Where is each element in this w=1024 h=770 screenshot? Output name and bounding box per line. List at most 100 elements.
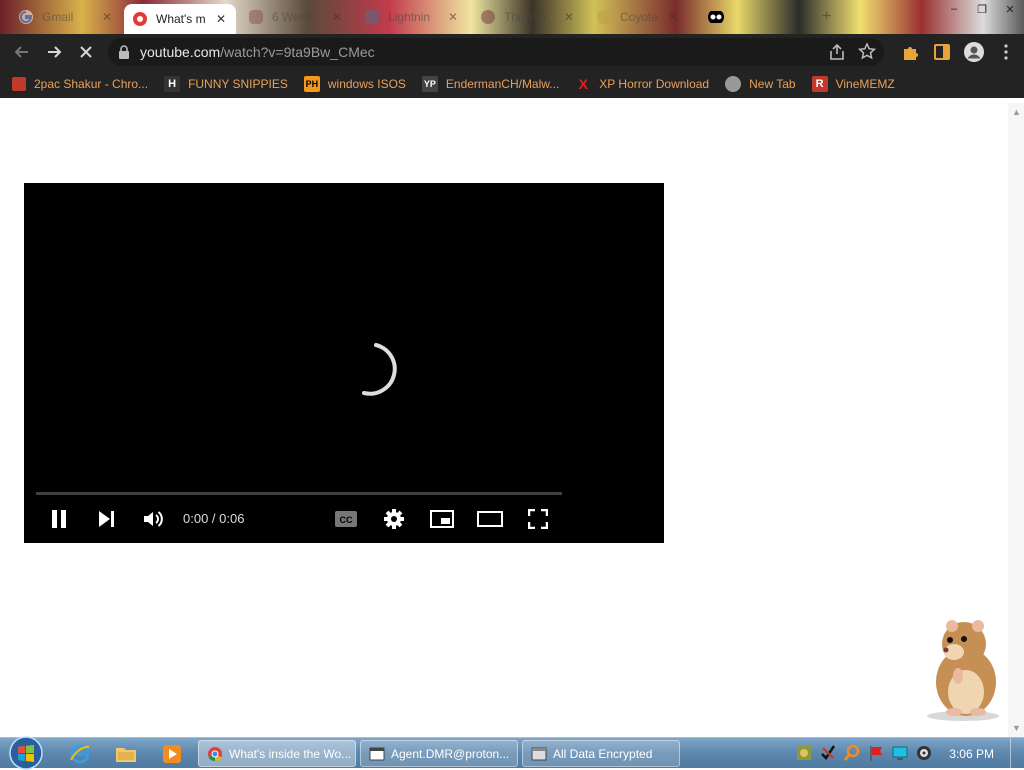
player-controls: 0:00 / 0:06 CC	[24, 503, 664, 535]
tab-title: 6 Weird	[272, 10, 314, 24]
profile-button[interactable]	[962, 38, 986, 66]
lock-icon	[119, 45, 129, 59]
tab-youtube-active[interactable]: What's m ✕	[124, 4, 236, 34]
media-player-quicklaunch[interactable]	[158, 741, 186, 767]
taskbar-chrome-window[interactable]: What's inside the Wo...	[198, 740, 356, 767]
close-icon[interactable]: ✕	[330, 10, 344, 24]
arrow-left-icon	[14, 46, 28, 58]
theater-mode-button[interactable]	[476, 505, 504, 533]
fullscreen-button[interactable]	[524, 505, 552, 533]
start-button[interactable]	[8, 736, 44, 770]
bookmark-endermanch[interactable]: YP EndermanCH/Malw...	[421, 76, 560, 92]
bookmark-label: XP Horror Download	[599, 77, 710, 91]
bookmark-label: EndermanCH/Malw...	[445, 77, 560, 91]
tab-coyote[interactable]: Coyote ✕	[588, 3, 688, 31]
tab-media[interactable]	[700, 3, 730, 31]
taskbar-button-label: What's inside the Wo...	[229, 746, 352, 761]
minimize-button[interactable]: –	[940, 0, 968, 18]
next-button[interactable]	[92, 505, 120, 533]
tab-lightning[interactable]: Lightnin ✕	[356, 3, 468, 31]
close-window-button[interactable]: ✕	[996, 0, 1024, 18]
gear-icon	[384, 509, 404, 529]
forward-button[interactable]	[38, 36, 70, 68]
scroll-up-icon[interactable]: ▲	[1012, 107, 1021, 117]
bookmark-windows-isos[interactable]: PH windows ISOS	[303, 76, 406, 92]
bookmark-2pac[interactable]: 2pac Shakur - Chro...	[12, 77, 148, 91]
restore-button[interactable]: ❐	[968, 0, 996, 18]
bookmark-label: New Tab	[749, 77, 796, 91]
tray-check-icon[interactable]	[820, 744, 836, 762]
close-icon[interactable]: ✕	[100, 10, 114, 24]
star-icon[interactable]	[858, 42, 876, 62]
bookmark-new-tab[interactable]: New Tab	[725, 76, 796, 92]
window-icon	[531, 747, 547, 760]
tab-title: What's m	[156, 12, 206, 26]
folder-icon	[116, 748, 136, 762]
close-icon[interactable]: ✕	[214, 12, 228, 26]
chrome-icon	[208, 746, 222, 761]
taskbar-button-label: All Data Encrypted	[553, 746, 653, 761]
mute-button[interactable]	[139, 505, 167, 533]
web-icon	[249, 10, 263, 24]
new-tab-button[interactable]: +	[814, 3, 840, 31]
menu-button[interactable]	[994, 38, 1018, 66]
bookmark-xp-horror[interactable]: X XP Horror Download	[575, 76, 710, 92]
share-icon[interactable]	[828, 42, 846, 62]
extensions-button[interactable]	[898, 38, 922, 66]
video-player[interactable]: 0:00 / 0:06 CC	[24, 183, 664, 543]
taskbar-agent-window[interactable]: Agent.DMR@proton...	[360, 740, 518, 767]
tray-app-icon[interactable]	[796, 744, 812, 762]
tray-disc-icon[interactable]	[916, 744, 932, 762]
back-button[interactable]	[6, 36, 38, 68]
subtitles-button[interactable]: CC	[332, 505, 360, 533]
miniplayer-icon	[430, 510, 454, 528]
show-desktop-button[interactable]	[1010, 738, 1024, 769]
ph-icon: PH	[303, 76, 320, 92]
tray-search-icon[interactable]	[844, 744, 860, 762]
plus-icon: +	[822, 8, 832, 25]
theater-icon	[477, 511, 503, 527]
url-path: /watch?v=9ta9Bw_CMec	[220, 44, 375, 60]
bookmark-funny-snippies[interactable]: H FUNNY SNIPPIES	[164, 76, 288, 92]
web-icon	[481, 10, 495, 24]
bookmark-label: 2pac Shakur - Chro...	[34, 77, 149, 91]
taskbar-clock[interactable]: 3:06 PM	[949, 747, 994, 761]
window-icon	[369, 747, 385, 760]
pause-icon	[52, 510, 66, 528]
hamster-desktop-pet[interactable]	[918, 612, 1008, 722]
tab-title: Coyote	[620, 10, 659, 24]
progress-bar[interactable]	[36, 492, 562, 495]
pause-button[interactable]	[45, 505, 73, 533]
bookmark-vinememz[interactable]: R VineMEMZ	[811, 76, 895, 92]
settings-button[interactable]	[380, 505, 408, 533]
bookmark-label: windows ISOS	[327, 77, 406, 91]
skip-next-icon	[99, 511, 114, 527]
close-icon[interactable]: ✕	[666, 10, 680, 24]
fullscreen-icon	[528, 509, 548, 529]
scroll-down-icon[interactable]: ▼	[1012, 723, 1021, 733]
tab-6-weird[interactable]: 6 Weird ✕	[240, 3, 352, 31]
side-panel-button[interactable]	[930, 38, 954, 66]
scrollbar[interactable]: ▲ ▼	[1008, 103, 1024, 737]
address-bar[interactable]: youtube.com/watch?v=9ta9Bw_CMec	[108, 38, 884, 66]
tray-monitor-icon[interactable]	[892, 744, 908, 762]
google-icon	[19, 10, 33, 24]
close-icon[interactable]: ✕	[446, 10, 460, 24]
tray-flag-icon[interactable]	[868, 744, 884, 762]
tab-title: Lightnin	[388, 10, 431, 24]
tab-gmail[interactable]: Gmail ✕	[10, 3, 122, 31]
x-icon: X	[578, 76, 588, 92]
browser-toolbar: youtube.com/watch?v=9ta9Bw_CMec	[0, 34, 1024, 70]
media-icon	[708, 11, 724, 23]
cc-icon: CC	[335, 511, 357, 527]
close-icon[interactable]: ✕	[562, 10, 576, 24]
miniplayer-button[interactable]	[428, 505, 456, 533]
kebab-menu-icon	[1004, 44, 1008, 60]
taskbar-encrypted-window[interactable]: All Data Encrypted	[522, 740, 680, 767]
stop-loading-button[interactable]	[70, 36, 102, 68]
explorer-quicklaunch[interactable]	[112, 741, 140, 767]
tab-the-wo[interactable]: The Wo ✕	[472, 3, 584, 31]
tab-title: The Wo	[504, 10, 546, 24]
youtube-icon	[133, 12, 147, 26]
internet-explorer-quicklaunch[interactable]	[66, 741, 94, 767]
